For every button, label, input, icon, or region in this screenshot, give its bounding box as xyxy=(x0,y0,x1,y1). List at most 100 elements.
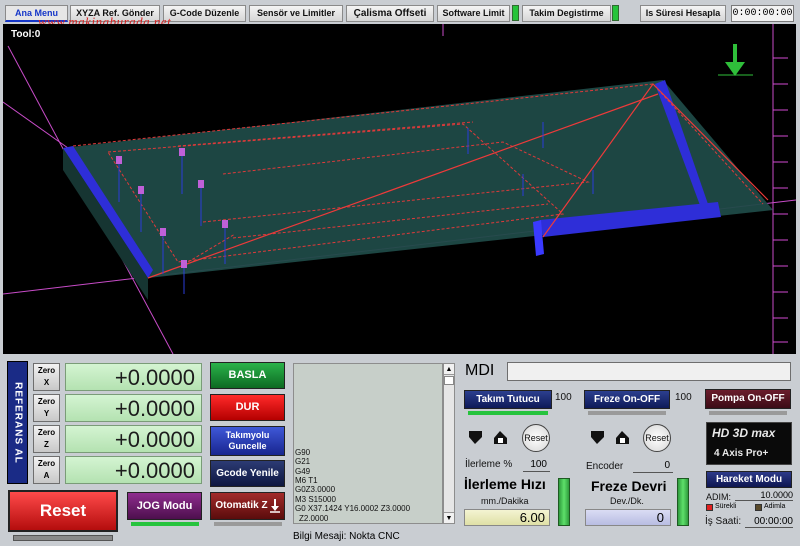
zero-label: Zero xyxy=(37,428,56,437)
brand-logo: HD 3D max 4 Axis Pro+ xyxy=(706,422,792,465)
feed-percent-label: İlerleme % xyxy=(465,459,513,470)
dro-y-value[interactable]: +0.0000 xyxy=(65,394,202,422)
gcode-line: G0 X37.1424 Y16.0002 Z3.0000 xyxy=(295,504,411,514)
work-time-label: İş Saati: xyxy=(705,516,742,527)
scroll-thumb[interactable] xyxy=(444,376,454,385)
spindle-speed-value: 0 xyxy=(585,509,671,526)
gcode-line: G0Z3.0000 xyxy=(295,485,336,495)
tab-tool-change[interactable]: Takim Degistirme xyxy=(522,5,611,22)
spindle-speed-indicator xyxy=(677,478,689,526)
zero-a-button[interactable]: Zero A xyxy=(33,456,60,484)
zero-label: Zero xyxy=(37,397,56,406)
zero-z-button[interactable]: Zero Z xyxy=(33,425,60,453)
reference-all-button[interactable]: REFERANS AL xyxy=(7,361,28,484)
reference-all-label: REFERANS AL xyxy=(12,381,23,464)
speed-title: Freze Devri xyxy=(591,478,667,494)
reset-indicator xyxy=(13,535,113,541)
scroll-down-icon[interactable]: ▼ xyxy=(444,512,454,523)
regen-label-2: Guncelle xyxy=(228,441,267,451)
pump-indicator xyxy=(709,411,787,415)
motion-mode-button[interactable]: Hareket Modu xyxy=(706,471,792,488)
stop-button[interactable]: DUR xyxy=(210,394,285,421)
app-window: Ana Menu XYZA Ref. Gönder G-Code Düzenle… xyxy=(0,0,800,546)
tool-change-indicator xyxy=(612,5,619,21)
gcode-line: G49 xyxy=(295,466,311,476)
reset-button[interactable]: Reset xyxy=(8,490,118,532)
zero-x-button[interactable]: Zero X xyxy=(33,363,60,391)
axis-label: Z xyxy=(44,440,49,449)
regen-label-1: Takımyolu xyxy=(225,430,270,440)
tool-holder-value: 100 xyxy=(555,392,572,403)
speed-up-arrow-icon[interactable] xyxy=(615,430,630,445)
continuous-mode-label: Sürekli xyxy=(715,503,737,510)
step-mode-led xyxy=(755,504,762,511)
speed-unit: Dev./Dk. xyxy=(610,496,644,506)
tab-gcode-edit[interactable]: G-Code Düzenle xyxy=(163,5,246,22)
feed-unit: mm./Dakika xyxy=(481,496,529,506)
zero-y-button[interactable]: Zero Y xyxy=(33,394,60,422)
gcode-listing[interactable]: G90 G21 G49 M6 T1 G0Z3.0000 M3 S15000 G0… xyxy=(293,363,443,524)
gcode-lines: G90 G21 G49 M6 T1 G0Z3.0000 M3 S15000 G0… xyxy=(294,448,442,523)
axis-label: A xyxy=(43,471,50,480)
dro-z-value[interactable]: +0.0000 xyxy=(65,425,202,453)
gcode-line: Z2.0000 xyxy=(299,513,329,523)
regenerate-toolpath-button[interactable]: Takımyolu Guncelle xyxy=(210,426,285,456)
gcode-line: G90 xyxy=(295,447,311,457)
speed-down-arrow-icon[interactable] xyxy=(590,430,605,445)
feed-rate-value: 6.00 xyxy=(464,509,550,526)
jog-mode-indicator xyxy=(131,522,199,526)
auto-z-indicator xyxy=(214,522,282,526)
toolpath-scene xyxy=(3,24,796,354)
brand-line-1: HD 3D max xyxy=(712,426,776,440)
tool-holder-button[interactable]: Takım Tutucu xyxy=(464,390,552,409)
step-label: ADIM: xyxy=(706,492,732,502)
continuous-mode-led xyxy=(706,504,713,511)
gcode-scrollbar[interactable]: ▲ ▼ xyxy=(443,363,455,524)
tab-software-limit[interactable]: Software Limit xyxy=(437,5,510,22)
feed-reset-button[interactable]: Reset xyxy=(522,424,550,452)
zero-label: Zero xyxy=(37,366,56,375)
spindle-indicator xyxy=(588,411,666,415)
spindle-toggle-button[interactable]: Freze On-OFF xyxy=(584,390,670,409)
feed-title: İlerleme Hızı xyxy=(464,476,546,492)
step-mode-label: Adimla xyxy=(764,503,786,510)
toolpath-viewport[interactable]: Tool:0 xyxy=(3,24,796,354)
tool-holder-indicator xyxy=(468,411,548,415)
work-time-value: 00:00:00 xyxy=(745,515,793,528)
pump-toggle-button[interactable]: Pompa On-OFF xyxy=(705,389,791,409)
grid-line xyxy=(3,101,69,149)
feed-percent-value[interactable]: 100 xyxy=(523,458,550,472)
software-limit-indicator xyxy=(512,5,519,21)
start-button[interactable]: BASLA xyxy=(210,362,285,389)
axis-label: X xyxy=(43,378,50,387)
gcode-line: G21 xyxy=(295,457,311,467)
gcode-line: M6 T1 xyxy=(295,475,318,485)
scroll-up-icon[interactable]: ▲ xyxy=(444,364,454,375)
refresh-gcode-button[interactable]: Gcode Yenile xyxy=(210,460,285,487)
brand-line-2: 4 Axis Pro+ xyxy=(714,448,769,459)
status-message: Nokta CNC xyxy=(349,531,400,542)
tab-sensors-limits[interactable]: Sensör ve Limitler xyxy=(249,5,343,22)
step-value[interactable]: 10.0000 xyxy=(735,490,793,501)
tab-work-offset[interactable]: Çalisma Offseti xyxy=(346,5,434,22)
encoder-label: Encoder xyxy=(586,461,624,472)
z-axis-arrow-icon xyxy=(718,44,753,76)
tab-job-time-calc[interactable]: Is Süresi Hesapla xyxy=(640,5,726,22)
status-line: Bilgi Mesaji: Nokta CNC xyxy=(293,531,400,542)
dro-a-value[interactable]: +0.0000 xyxy=(65,456,202,484)
jog-mode-button[interactable]: JOG Modu xyxy=(127,492,202,520)
speed-reset-button[interactable]: Reset xyxy=(643,424,671,452)
mdi-label: MDI xyxy=(465,362,495,379)
dro-x-value[interactable]: +0.0000 xyxy=(65,363,202,391)
feed-up-arrow-icon[interactable] xyxy=(493,430,508,445)
spindle-toggle-value: 100 xyxy=(675,392,692,403)
gcode-line: M3 S15000 xyxy=(295,494,336,504)
auto-z-button[interactable]: Otomatik Z xyxy=(210,492,285,520)
mdi-input[interactable] xyxy=(507,362,791,381)
ruler-ticks xyxy=(773,57,788,343)
arrow-down-icon xyxy=(270,499,280,513)
auto-z-label: Otomatik Z xyxy=(215,500,268,511)
axis-label: Y xyxy=(43,409,50,418)
feed-down-arrow-icon[interactable] xyxy=(468,430,483,445)
zero-label: Zero xyxy=(37,459,56,468)
